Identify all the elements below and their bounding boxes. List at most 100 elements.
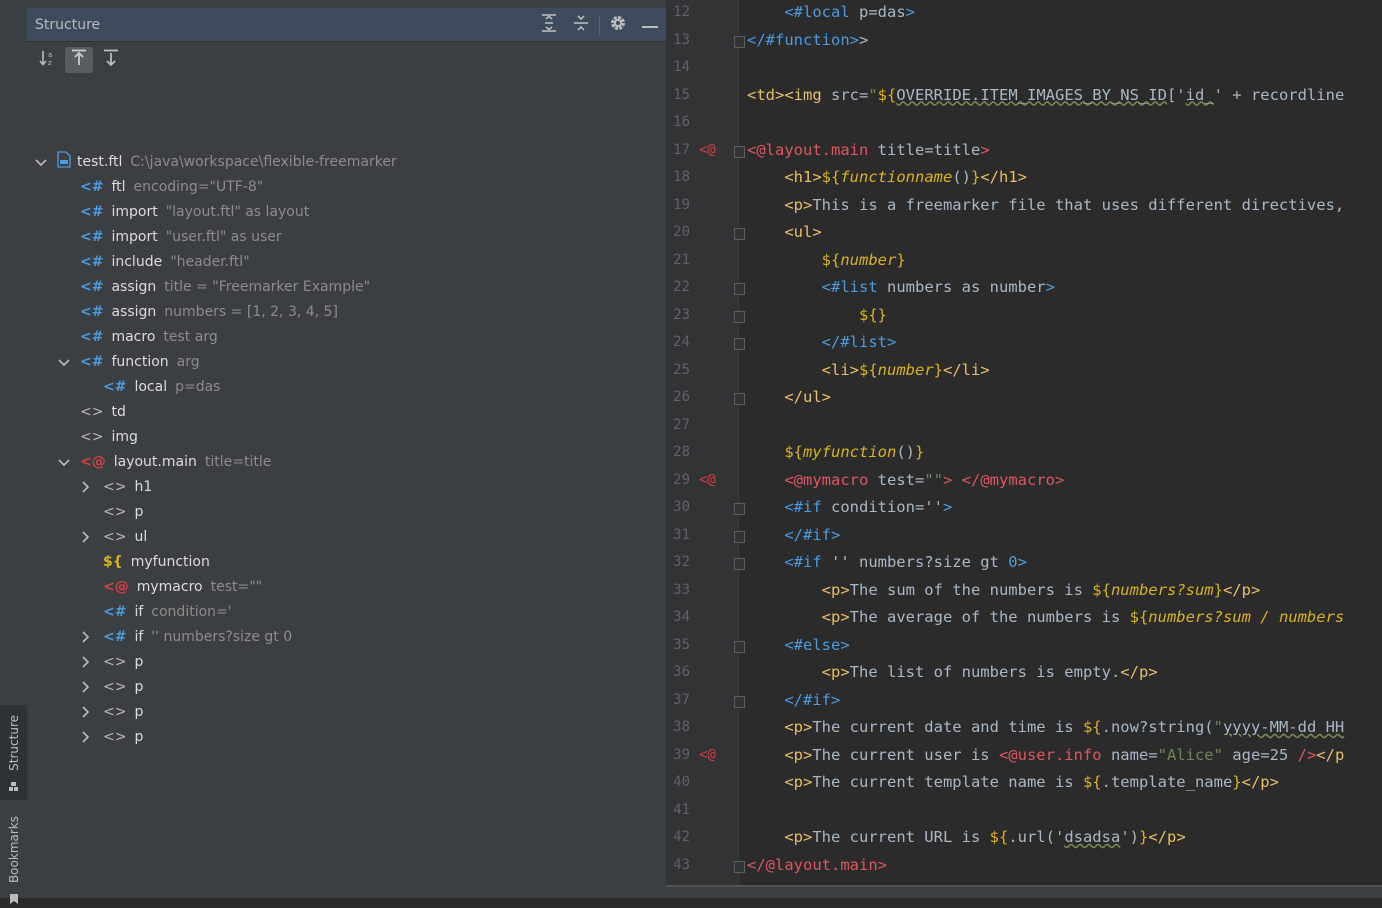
structure-tool-tab[interactable]: Structure bbox=[0, 705, 27, 800]
tree-node[interactable]: <> p bbox=[82, 699, 144, 724]
fold-marker-icon[interactable] bbox=[734, 228, 745, 240]
chevron-right-icon[interactable] bbox=[81, 631, 91, 643]
fold-marker-icon[interactable] bbox=[734, 283, 745, 295]
tree-node[interactable]: <# assign numbers = [1, 2, 3, 4, 5] bbox=[80, 299, 338, 324]
settings-button[interactable] bbox=[602, 8, 634, 41]
tree-node[interactable]: <> p bbox=[82, 649, 143, 674]
tree-node[interactable]: <> h1 bbox=[82, 474, 152, 499]
fold-marker-icon[interactable] bbox=[734, 640, 745, 653]
fold-marker-icon[interactable] bbox=[734, 35, 745, 48]
tree-node-detail: "user.ftl" as user bbox=[165, 228, 282, 245]
code-line: <#list numbers as number> bbox=[747, 274, 1055, 301]
chevron-right-icon[interactable] bbox=[81, 731, 91, 743]
code-token: > bbox=[942, 498, 953, 516]
collapsed-panel-remnant bbox=[27, 0, 666, 8]
tree-node[interactable]: <@ layout.main title=title bbox=[58, 449, 271, 474]
tree-node-name: td bbox=[111, 403, 126, 420]
tree-node[interactable]: <> td bbox=[80, 399, 126, 424]
tree-node-name: layout.main bbox=[113, 453, 197, 470]
line-number: 25 bbox=[673, 361, 690, 378]
code-editor[interactable]: 12 13 14 15 16 17 <@ 18 19 20 21 22 23 24 25 26 27 28 29 <@… bbox=[666, 0, 1382, 885]
code-token: The sum of the numbers is bbox=[849, 580, 1093, 599]
tree-node-name: if bbox=[134, 603, 144, 620]
tree-node[interactable]: <# if condition=' bbox=[103, 599, 232, 624]
ftl-directive-icon: <# bbox=[80, 328, 104, 345]
code-token: ${ bbox=[989, 828, 1009, 846]
expand-all-button[interactable] bbox=[533, 8, 565, 41]
code-line: <p>The sum of the numbers is ${numbers?s… bbox=[747, 577, 1261, 604]
code-line: </ul> bbox=[747, 384, 831, 411]
html-tag-icon: <> bbox=[103, 503, 127, 520]
code-token: <@user.info bbox=[998, 745, 1102, 764]
code-token: ${ bbox=[1129, 608, 1149, 626]
tree-node-name: myfunction bbox=[130, 553, 210, 570]
tree-node-detail: test="" bbox=[210, 578, 263, 595]
tree-node[interactable]: <# macro test arg bbox=[80, 324, 218, 349]
fold-marker-icon[interactable] bbox=[734, 530, 745, 543]
chevron-right-icon[interactable] bbox=[81, 706, 91, 718]
ftl-directive-icon: <# bbox=[80, 203, 104, 220]
code-token: ${ bbox=[858, 360, 878, 379]
sort-alpha-icon: az bbox=[38, 49, 56, 71]
tree-node[interactable]: <# import "user.ftl" as user bbox=[80, 224, 282, 249]
code-token: name= bbox=[1101, 745, 1158, 764]
fold-marker-icon[interactable] bbox=[734, 695, 745, 708]
tree-node[interactable]: <# function arg bbox=[58, 349, 200, 374]
collapse-all-button[interactable] bbox=[565, 8, 597, 41]
chevron-right-icon[interactable] bbox=[81, 481, 91, 493]
tree-node[interactable]: <> p bbox=[103, 499, 143, 524]
code-token: } bbox=[970, 168, 981, 186]
tree-node[interactable]: <> ul bbox=[82, 524, 147, 549]
tree-node-detail: '' numbers?size gt 0 bbox=[151, 628, 293, 645]
panel-header: Structure bbox=[27, 8, 666, 42]
code-token: <@layout.main bbox=[747, 140, 869, 159]
fold-marker-icon[interactable] bbox=[734, 145, 745, 158]
tree-node-name: p bbox=[134, 703, 144, 720]
code-token: test= bbox=[868, 470, 925, 489]
code-line: <p>The list of numbers is empty.</p> bbox=[747, 659, 1158, 686]
fold-marker-icon[interactable] bbox=[734, 558, 745, 570]
code-line: ${number} bbox=[747, 247, 906, 274]
tree-node[interactable]: ${myfunction bbox=[103, 549, 210, 574]
tree-node[interactable]: <> img bbox=[80, 424, 138, 449]
fold-marker-icon[interactable] bbox=[734, 338, 745, 350]
chevron-down-icon[interactable] bbox=[35, 156, 47, 167]
hide-panel-button[interactable] bbox=[634, 8, 666, 41]
ftl-file-icon bbox=[57, 151, 71, 172]
autoscroll-from-source-button[interactable] bbox=[65, 47, 93, 73]
autoscroll-to-source-button[interactable] bbox=[97, 47, 125, 73]
chevron-right-icon[interactable] bbox=[81, 681, 91, 693]
tree-node[interactable]: <# include "header.ftl" bbox=[80, 249, 250, 274]
macro-gutter-icon[interactable]: <@ bbox=[699, 742, 716, 769]
tree-node[interactable]: <> p bbox=[82, 674, 143, 699]
code-line: </#if> bbox=[747, 522, 840, 549]
macro-call-icon: <@ bbox=[80, 453, 106, 470]
tree-node-detail: "header.ftl" bbox=[170, 253, 250, 270]
line-number: 16 bbox=[673, 114, 690, 130]
tree-node[interactable]: <# ftl encoding="UTF-8" bbox=[80, 174, 263, 199]
tree-node[interactable]: <# assign title = "Freemarker Example" bbox=[80, 274, 370, 299]
sort-alphabetically-button[interactable]: az bbox=[33, 47, 61, 73]
tree-node[interactable]: <> p bbox=[82, 724, 143, 749]
chevron-down-icon[interactable] bbox=[58, 356, 70, 367]
line-number: 32 bbox=[673, 554, 690, 570]
tree-node[interactable]: <@ mymacro test="" bbox=[103, 574, 262, 599]
tree-node[interactable]: <# if '' numbers?size gt 0 bbox=[82, 624, 293, 649]
line-number: 26 bbox=[673, 389, 690, 405]
fold-marker-icon[interactable] bbox=[734, 393, 745, 405]
macro-gutter-icon[interactable]: <@ bbox=[699, 137, 716, 164]
tree-node[interactable]: <# import "layout.ftl" as layout bbox=[80, 199, 309, 224]
tree-node[interactable]: <# local p=das bbox=[103, 374, 220, 399]
fold-marker-icon[interactable] bbox=[734, 310, 745, 323]
chevron-right-icon[interactable] bbox=[81, 531, 91, 543]
tree-node[interactable]: test.ftl C:\java\workspace\flexible-freem… bbox=[35, 149, 397, 174]
bookmarks-tool-tab[interactable]: Bookmarks bbox=[0, 808, 27, 905]
fold-marker-icon[interactable] bbox=[734, 860, 745, 873]
chevron-down-icon[interactable] bbox=[58, 456, 70, 467]
macro-gutter-icon[interactable]: <@ bbox=[699, 467, 716, 494]
chevron-right-icon[interactable] bbox=[81, 656, 91, 668]
fold-marker-icon[interactable] bbox=[734, 503, 745, 515]
